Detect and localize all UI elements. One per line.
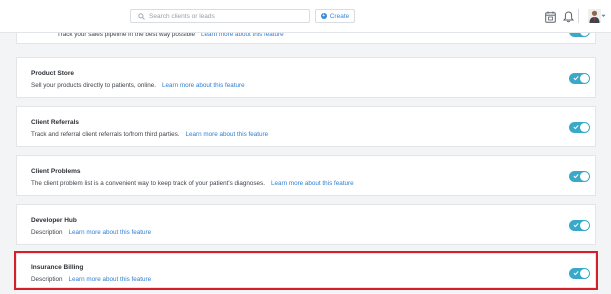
feature-description: The client problem list is a convenient … <box>31 180 354 187</box>
feature-description-text: Description <box>31 229 63 236</box>
feature-toggle[interactable] <box>569 73 590 84</box>
feature-toggle[interactable] <box>569 220 590 231</box>
toolbar-divider <box>578 9 579 23</box>
toggle-knob <box>580 74 589 83</box>
feature-title: Insurance Billing <box>31 264 84 271</box>
check-icon <box>573 174 579 179</box>
search-icon <box>138 12 145 20</box>
feature-description: Description Learn more about this feature <box>31 276 151 283</box>
feature-description: Track and referral client referrals to/f… <box>31 131 268 138</box>
feature-description-text: Track and referral client referrals to/f… <box>31 131 180 138</box>
feature-card-product-store: Product Store Sell your products directl… <box>16 57 596 98</box>
learn-more-link[interactable]: Learn more about this feature <box>271 180 354 187</box>
toggle-knob <box>580 172 589 181</box>
feature-card-client-referrals: Client Referrals Track and referral clie… <box>16 106 596 147</box>
bell-icon[interactable] <box>562 10 575 23</box>
learn-more-link[interactable]: Learn more about this feature <box>186 131 269 138</box>
learn-more-link[interactable]: Learn more about this feature <box>69 229 152 236</box>
feature-card-insurance-billing: Insurance Billing Description Learn more … <box>16 253 596 288</box>
feature-description: Sell your products directly to patients,… <box>31 82 245 89</box>
feature-description-text: Description <box>31 276 63 283</box>
search-box[interactable] <box>130 9 310 23</box>
top-bar: + Create <box>0 0 611 33</box>
feature-card-client-problems: Client Problems The client problem list … <box>16 155 596 196</box>
check-icon <box>573 76 579 81</box>
feature-card-developer-hub: Developer Hub Description Learn more abou… <box>16 204 596 245</box>
avatar[interactable] <box>588 9 601 23</box>
learn-more-link[interactable]: Learn more about this feature <box>162 82 245 89</box>
feature-description-text: Sell your products directly to patients,… <box>31 82 156 89</box>
chevron-down-icon[interactable] <box>601 14 606 18</box>
feature-description: Description Learn more about this feature <box>31 229 151 236</box>
feature-title: Developer Hub <box>31 217 77 224</box>
check-icon <box>573 125 579 130</box>
feature-description-text: The client problem list is a convenient … <box>31 180 265 187</box>
plus-icon: + <box>320 13 327 19</box>
toggle-knob <box>580 221 589 230</box>
create-button[interactable]: + Create <box>315 9 355 23</box>
feature-toggle[interactable] <box>569 268 590 279</box>
create-button-label: Create <box>329 12 350 20</box>
search-input[interactable] <box>149 12 299 20</box>
learn-more-link[interactable]: Learn more about this feature <box>69 276 152 283</box>
toggle-knob <box>580 123 589 132</box>
feature-title: Client Problems <box>31 168 81 175</box>
feature-title: Client Referrals <box>31 119 80 126</box>
feature-toggle[interactable] <box>569 122 590 133</box>
feature-toggle[interactable] <box>569 171 590 182</box>
check-icon <box>573 271 579 276</box>
check-icon <box>573 223 579 228</box>
toggle-knob <box>580 269 589 278</box>
calendar-icon[interactable] <box>545 10 556 23</box>
feature-title: Product Store <box>31 70 74 77</box>
